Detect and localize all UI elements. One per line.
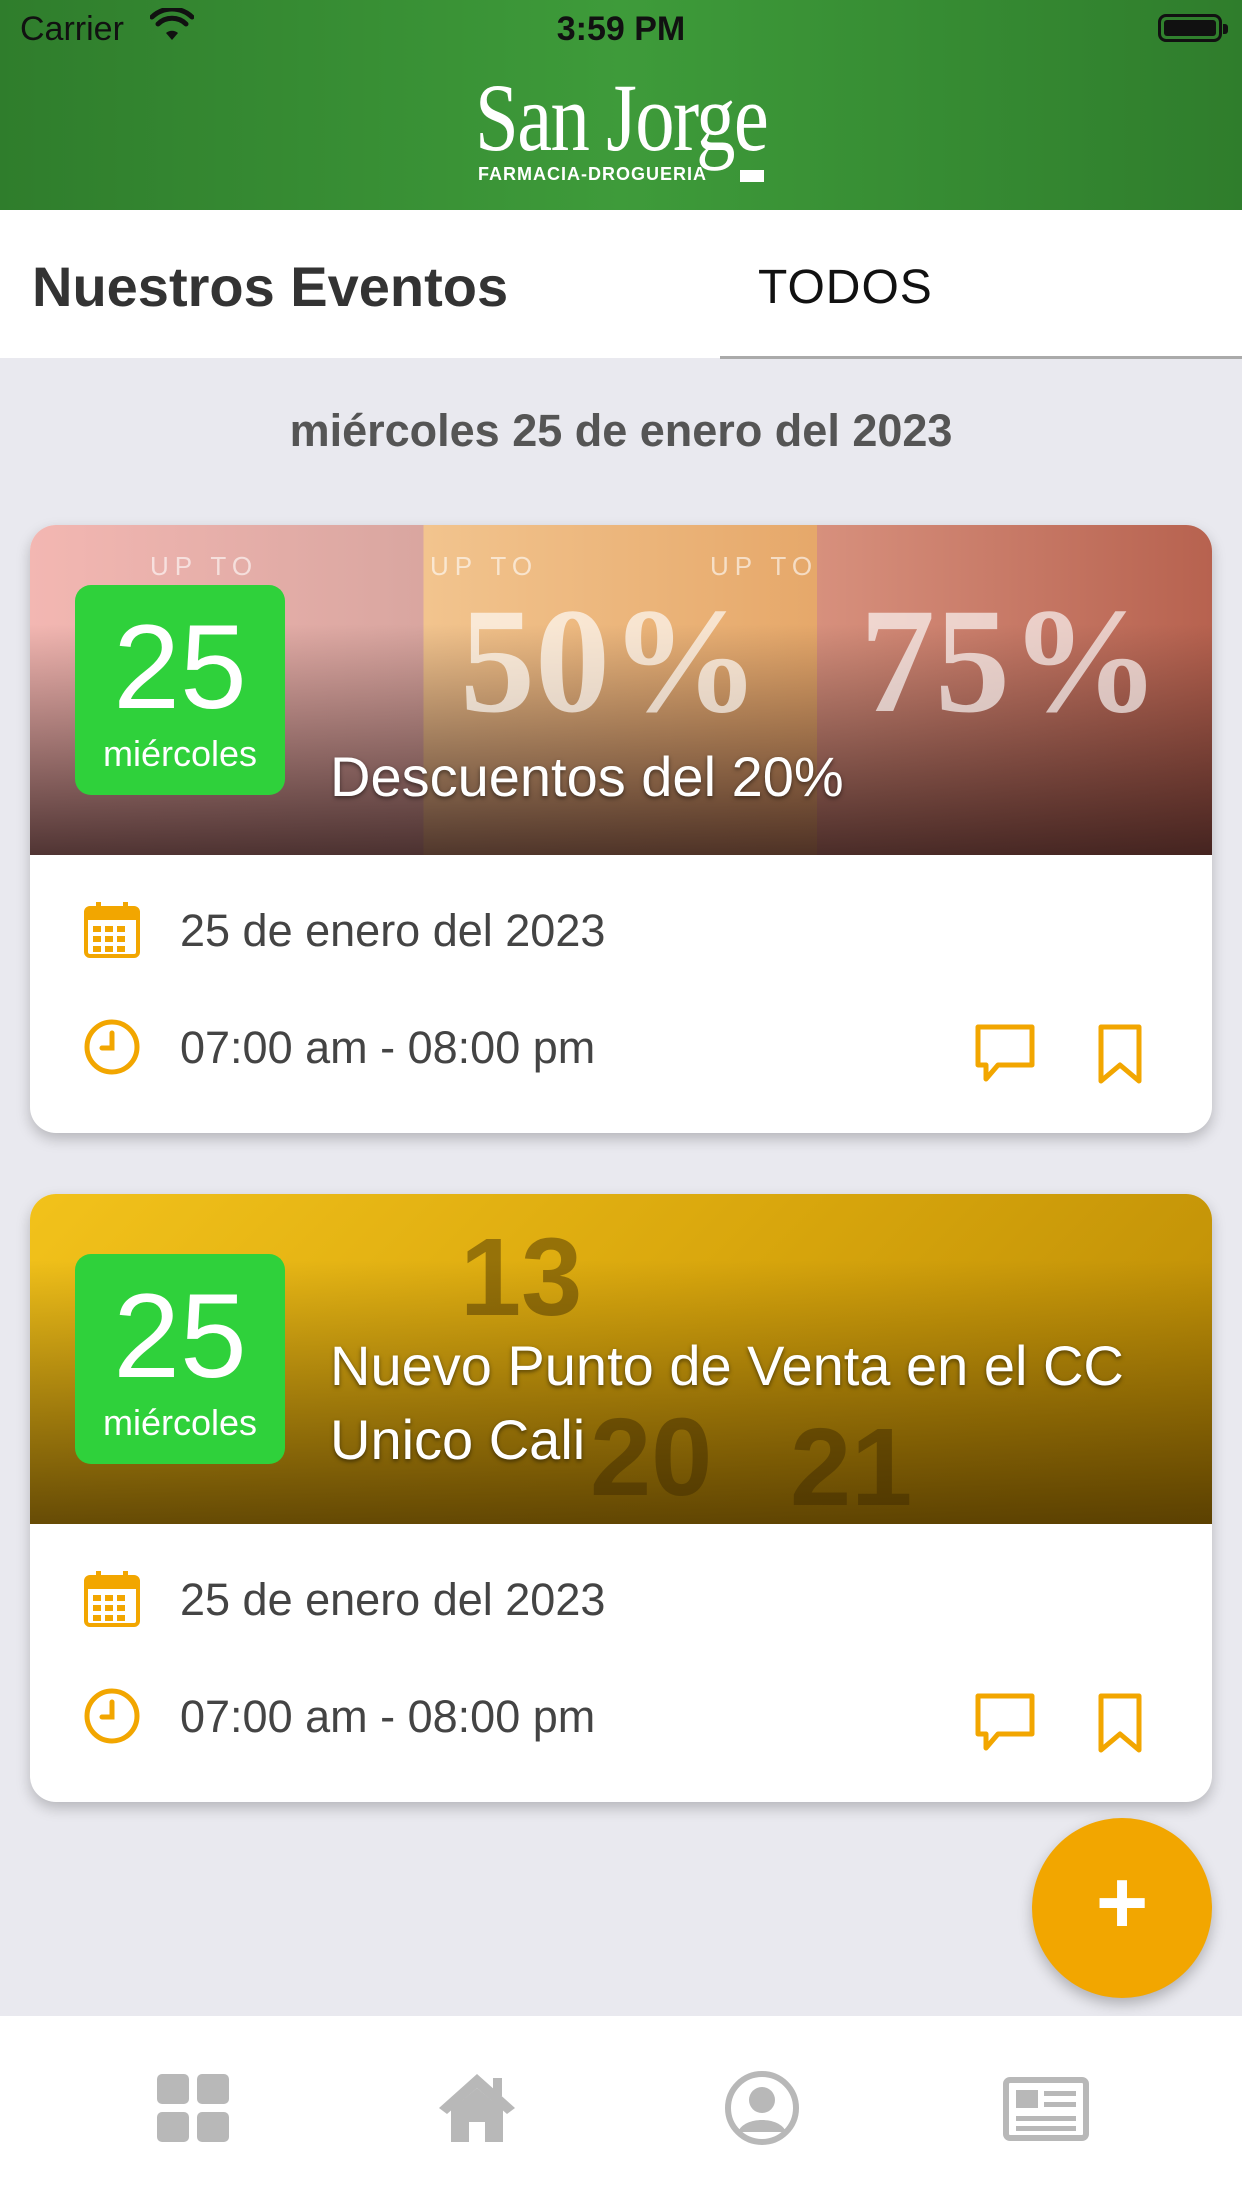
event-banner-image: UP TO UP TO 50% UP TO 75% 25 miércoles D… (30, 525, 1212, 855)
event-card[interactable]: UP TO UP TO 50% UP TO 75% 25 miércoles D… (30, 525, 1212, 1133)
event-date-row: 25 de enero del 2023 (30, 1549, 1212, 1639)
event-time-row: 07:00 am - 08:00 pm (30, 997, 1212, 1087)
brand-subtitle: FARMACIA-DROGUERIA (478, 164, 707, 184)
event-time-row: 07:00 am - 08:00 pm (30, 1666, 1212, 1756)
banner-text: 50% (460, 578, 760, 744)
event-title: Nuevo Punto de Venta en el CC Unico Cali (330, 1334, 1124, 1471)
banner-text: UP TO (150, 551, 259, 581)
badge-day: 25 (113, 1269, 247, 1403)
user-icon[interactable] (712, 2058, 812, 2158)
event-title: Descuentos del 20% (330, 745, 844, 808)
status-bar: Carrier 3:59 PM (0, 0, 1242, 60)
calendar-icon (84, 1571, 140, 1627)
banner-text: 75% (860, 578, 1160, 744)
event-banner-image: 13 20 21 25 miércoles Nuevo Punto de Ven… (30, 1194, 1212, 1529)
comment-icon[interactable] (970, 1019, 1040, 1089)
app-header: Carrier 3:59 PM San Jorge FARMACIA-DROGU… (0, 0, 1242, 210)
clock-icon (84, 1019, 140, 1075)
bookmark-icon[interactable] (1085, 1019, 1155, 1089)
event-date: 25 de enero del 2023 (180, 1574, 606, 1625)
date-badge: 25 miércoles (75, 585, 285, 795)
battery-icon (1158, 14, 1228, 42)
banner-decor: 13 (460, 1216, 583, 1339)
badge-day: 25 (113, 600, 247, 734)
page-title: Nuestros Eventos (32, 255, 509, 318)
section-header: Nuestros Eventos TODOS (0, 210, 1242, 359)
tab-label: TODOS (758, 261, 933, 314)
badge-weekday: miércoles (102, 1402, 258, 1443)
logo-bar (740, 170, 764, 182)
event-time: 07:00 am - 08:00 pm (180, 1691, 596, 1742)
event-date: 25 de enero del 2023 (180, 905, 606, 956)
tab-todos[interactable]: TODOS (720, 210, 1242, 359)
clock-time: 3:59 PM (556, 10, 686, 48)
comment-icon[interactable] (970, 1688, 1040, 1758)
grid-icon[interactable] (143, 2058, 243, 2158)
badge-weekday: miércoles (102, 733, 258, 774)
bookmark-icon[interactable] (1085, 1688, 1155, 1758)
home-icon[interactable] (427, 2058, 527, 2158)
date-heading: miércoles 25 de enero del 2023 (289, 405, 953, 456)
event-card[interactable]: 13 20 21 25 miércoles Nuevo Punto de Ven… (30, 1194, 1212, 1802)
bottom-nav (0, 2016, 1242, 2208)
brand-logo: San Jorge FARMACIA-DROGUERIA (0, 64, 1242, 185)
calendar-icon (84, 902, 140, 958)
newspaper-icon[interactable] (996, 2058, 1096, 2158)
plus-icon: + (1095, 1853, 1149, 1953)
date-badge: 25 miércoles (75, 1254, 285, 1464)
brand-name: San Jorge (474, 64, 769, 171)
banner-text: UP TO (710, 551, 819, 581)
add-event-button[interactable]: + (1032, 1818, 1212, 1998)
clock-icon (84, 1688, 140, 1744)
event-date-row: 25 de enero del 2023 (30, 880, 1212, 970)
event-time: 07:00 am - 08:00 pm (180, 1022, 596, 1073)
